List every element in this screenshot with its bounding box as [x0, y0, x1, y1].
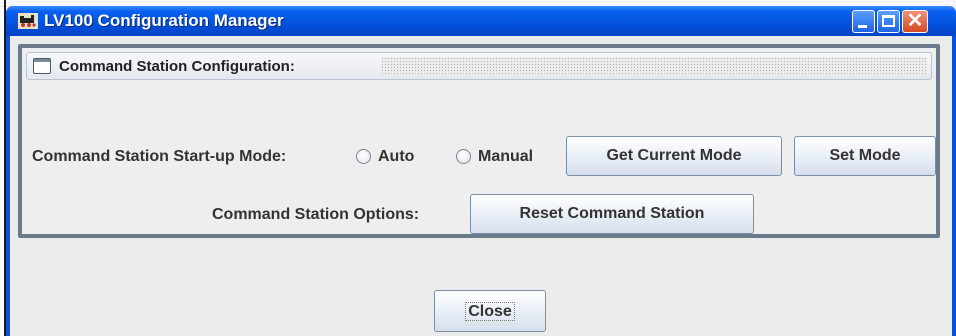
- window-title: LV100 Configuration Manager: [44, 11, 284, 30]
- radio-auto-label[interactable]: Auto: [378, 147, 414, 167]
- radio-auto[interactable]: [356, 149, 371, 164]
- minimize-icon: [858, 25, 867, 28]
- get-current-mode-button[interactable]: Get Current Mode: [566, 136, 782, 176]
- config-manager-window: LV100 Configuration Manager ✕ Command St…: [6, 6, 956, 336]
- window-client-area: Command Station Configuration: Command S…: [10, 36, 952, 336]
- set-mode-button[interactable]: Set Mode: [794, 136, 936, 176]
- train-app-icon: [18, 13, 38, 29]
- internal-frame-titlebar[interactable]: Command Station Configuration:: [26, 52, 932, 80]
- content-pane: Command Station Configuration: Command S…: [10, 36, 952, 336]
- internal-frame-icon: [33, 58, 51, 74]
- radio-manual[interactable]: [456, 149, 471, 164]
- command-station-frame-body: Command Station Configuration: Command S…: [22, 48, 936, 234]
- title-bar[interactable]: LV100 Configuration Manager ✕: [6, 6, 956, 36]
- maximize-button[interactable]: [877, 10, 900, 33]
- close-button-label: Close: [465, 302, 515, 321]
- startup-mode-label: Command Station Start-up Mode:: [32, 148, 287, 165]
- close-icon: ✕: [906, 10, 924, 32]
- maximize-icon: [882, 15, 895, 27]
- panel-title: Command Station Configuration:: [59, 58, 295, 75]
- radio-manual-label[interactable]: Manual: [478, 147, 533, 167]
- reset-command-station-button[interactable]: Reset Command Station: [470, 194, 754, 234]
- close-window-button[interactable]: ✕: [902, 10, 928, 33]
- close-button[interactable]: Close: [434, 290, 546, 332]
- titlebar-drag-area[interactable]: [381, 57, 927, 75]
- options-label: Command Station Options:: [212, 206, 420, 223]
- minimize-button[interactable]: [852, 10, 875, 33]
- command-station-frame: Command Station Configuration: Command S…: [18, 44, 940, 238]
